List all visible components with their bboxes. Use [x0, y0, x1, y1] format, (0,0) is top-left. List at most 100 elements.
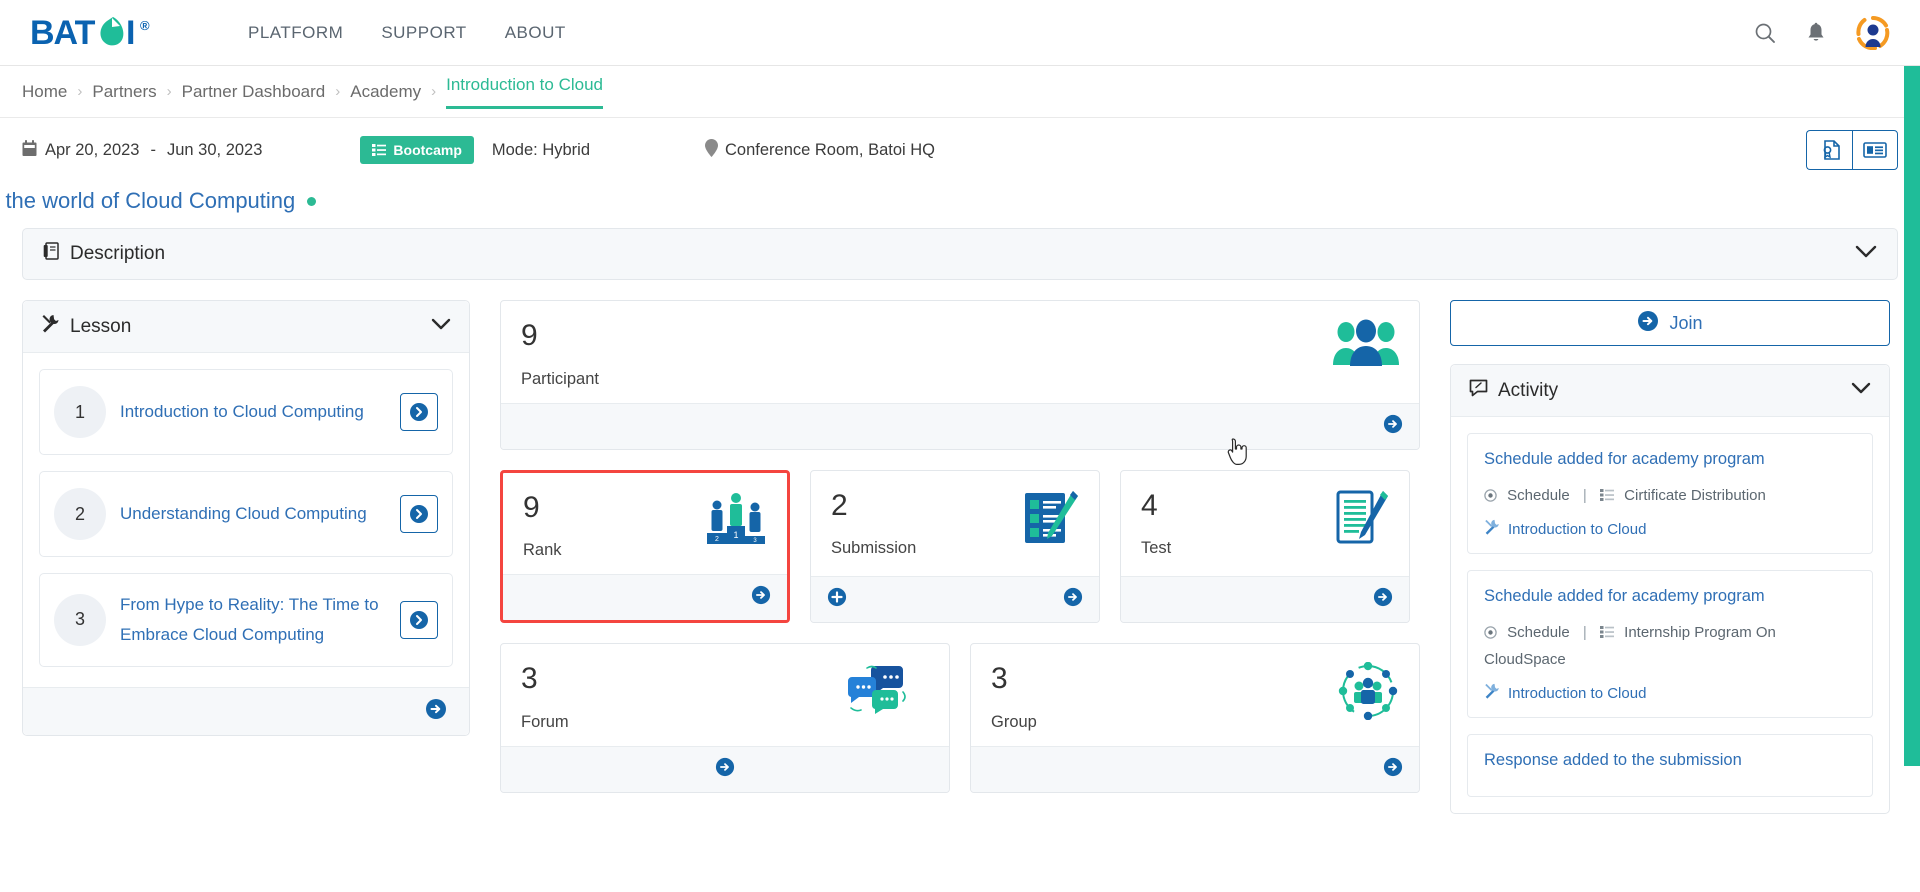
- arrow-right-circle-icon[interactable]: [1383, 414, 1403, 439]
- lesson-title[interactable]: Introduction to Cloud Computing: [120, 397, 400, 427]
- list-icon: [372, 144, 387, 156]
- chevron-down-icon[interactable]: [1855, 245, 1877, 264]
- chat-bubbles-icon: [845, 662, 907, 718]
- activity-panel-title: Activity: [1498, 379, 1559, 401]
- lesson-open-button[interactable]: [400, 393, 438, 431]
- list-item[interactable]: 1 Introduction to Cloud Computing: [39, 369, 453, 455]
- join-button[interactable]: Join: [1450, 300, 1890, 346]
- batoi-logo[interactable]: BAT I ®: [30, 15, 200, 51]
- stat-count: 4: [1141, 488, 1158, 522]
- stat-text: 4 Test: [1141, 489, 1335, 559]
- arrow-right-circle-icon[interactable]: [751, 585, 771, 610]
- description-panel[interactable]: Description: [22, 228, 1898, 280]
- nav-link-platform[interactable]: PLATFORM: [248, 23, 343, 43]
- stat-card-forum[interactable]: 3 Forum: [500, 643, 950, 793]
- list-item[interactable]: 3 From Hype to Reality: The Time to Embr…: [39, 573, 453, 667]
- news-card-button[interactable]: [1852, 130, 1898, 170]
- stat-label: Submission: [831, 539, 917, 557]
- breadcrumb-item-introduction-to-cloud[interactable]: Introduction to Cloud: [446, 75, 603, 109]
- activity-link-label[interactable]: Introduction to Cloud: [1508, 521, 1646, 538]
- activity-meta-type: Schedule: [1507, 487, 1570, 504]
- stat-card-rank[interactable]: 9 Rank 1 2 3: [500, 469, 790, 623]
- main-content: Lesson 1 Introduction to Cloud Computing: [0, 300, 1920, 814]
- nav-link-about[interactable]: ABOUT: [505, 23, 566, 43]
- lesson-open-button[interactable]: [400, 600, 438, 639]
- breadcrumb-item-partners[interactable]: Partners: [92, 82, 156, 102]
- nav-link-support[interactable]: SUPPORT: [381, 23, 466, 43]
- scrollbar-thumb[interactable]: [1904, 66, 1920, 766]
- search-icon[interactable]: [1754, 22, 1776, 44]
- podium-icon: 1 2 3: [705, 491, 767, 549]
- arrow-right-circle-icon[interactable]: [1063, 587, 1083, 612]
- program-type-badge: Bootcamp: [360, 136, 474, 164]
- list-item[interactable]: Schedule added for academy program Sched…: [1467, 433, 1873, 554]
- page-title: › the world of Cloud Computing: [0, 188, 296, 213]
- stat-count: 9: [523, 490, 540, 524]
- location-pin-icon: [705, 138, 718, 162]
- stat-text: 3 Forum: [521, 662, 845, 732]
- lesson-panel-header[interactable]: Lesson: [23, 301, 469, 353]
- certificate-button[interactable]: [1806, 130, 1852, 170]
- lesson-panel-footer: [23, 686, 469, 735]
- stat-card-body: 4 Test: [1121, 471, 1409, 577]
- stat-card-group[interactable]: 3 Group: [970, 643, 1420, 793]
- activity-meta: Schedule | Cirtificate Distribution: [1484, 482, 1856, 509]
- stat-text: 2 Submission: [831, 489, 1023, 559]
- tools-icon: [1484, 683, 1500, 703]
- list-item[interactable]: 2 Understanding Cloud Computing: [39, 471, 453, 557]
- activity-title[interactable]: Schedule added for academy program: [1484, 450, 1856, 469]
- chevron-down-icon[interactable]: [431, 318, 451, 336]
- activity-link-label[interactable]: Introduction to Cloud: [1508, 685, 1646, 702]
- arrow-right-circle-icon[interactable]: [1383, 757, 1403, 782]
- stat-card-footer: [811, 576, 1099, 622]
- list-icon: [1599, 624, 1618, 641]
- lesson-title[interactable]: From Hype to Reality: The Time to Embrac…: [120, 590, 400, 650]
- lesson-title[interactable]: Understanding Cloud Computing: [120, 499, 400, 529]
- breadcrumb-item-home[interactable]: Home: [22, 82, 67, 102]
- arrow-right-circle-icon[interactable]: [715, 757, 735, 782]
- stat-card-test[interactable]: 4 Test: [1120, 469, 1410, 623]
- bell-icon[interactable]: [1806, 22, 1826, 44]
- arrow-right-circle-icon[interactable]: [425, 698, 447, 725]
- start-date: Apr 20, 2023: [45, 140, 140, 159]
- app-page: BAT I ® PLATFORM SUPPORT ABOUT Home › Pa…: [0, 0, 1920, 892]
- activity-link[interactable]: Introduction to Cloud: [1484, 683, 1856, 703]
- stats-column: 9 Participant 9 Rank 1 2 3 2 Submission …: [500, 300, 1420, 793]
- lesson-panel-title: Lesson: [70, 315, 132, 337]
- stat-card-row-2: 3 Forum 3 Group: [500, 643, 1420, 793]
- arrow-right-circle-icon[interactable]: [1373, 587, 1393, 612]
- stat-text: 9 Rank: [523, 491, 705, 561]
- breadcrumb-separator: ›: [77, 83, 83, 100]
- stat-count: 3: [521, 662, 538, 695]
- nav-links: PLATFORM SUPPORT ABOUT: [248, 23, 566, 43]
- activity-meta-divider: |: [1582, 487, 1587, 504]
- end-date: Jun 30, 2023: [167, 140, 263, 159]
- stat-card-participant[interactable]: 9 Participant: [500, 300, 1420, 450]
- activity-link[interactable]: Introduction to Cloud: [1484, 519, 1856, 539]
- lesson-number: 3: [54, 593, 106, 646]
- lesson-number: 2: [54, 488, 106, 540]
- stat-label: Participant: [521, 369, 599, 388]
- lesson-panel: Lesson 1 Introduction to Cloud Computing: [22, 300, 470, 736]
- chevron-down-icon[interactable]: [1851, 382, 1871, 400]
- list-item[interactable]: Response added to the submission: [1467, 734, 1873, 797]
- status-dot: [307, 196, 317, 206]
- svg-text:BAT: BAT: [30, 15, 96, 51]
- location-text: Conference Room, Batoi HQ: [725, 140, 936, 159]
- breadcrumb-item-partner-dashboard[interactable]: Partner Dashboard: [182, 82, 326, 102]
- activity-meta-target: Cirtificate Distribution: [1624, 487, 1766, 504]
- stat-card-footer: [1121, 576, 1409, 622]
- lesson-open-button[interactable]: [400, 495, 438, 533]
- avatar[interactable]: [1856, 15, 1890, 50]
- activity-title[interactable]: Schedule added for academy program: [1484, 587, 1856, 606]
- stat-label: Test: [1141, 539, 1172, 557]
- stat-card-body: 3 Group: [971, 644, 1419, 746]
- activity-title[interactable]: Response added to the submission: [1484, 751, 1856, 770]
- activity-panel-header[interactable]: Activity: [1451, 365, 1889, 417]
- stat-label: Group: [991, 712, 1037, 731]
- breadcrumb-item-academy[interactable]: Academy: [350, 82, 421, 102]
- list-item[interactable]: Schedule added for academy program Sched…: [1467, 570, 1873, 718]
- page-scrollbar[interactable]: [1904, 66, 1920, 892]
- add-button[interactable]: [827, 587, 847, 612]
- stat-card-submission[interactable]: 2 Submission: [810, 469, 1100, 623]
